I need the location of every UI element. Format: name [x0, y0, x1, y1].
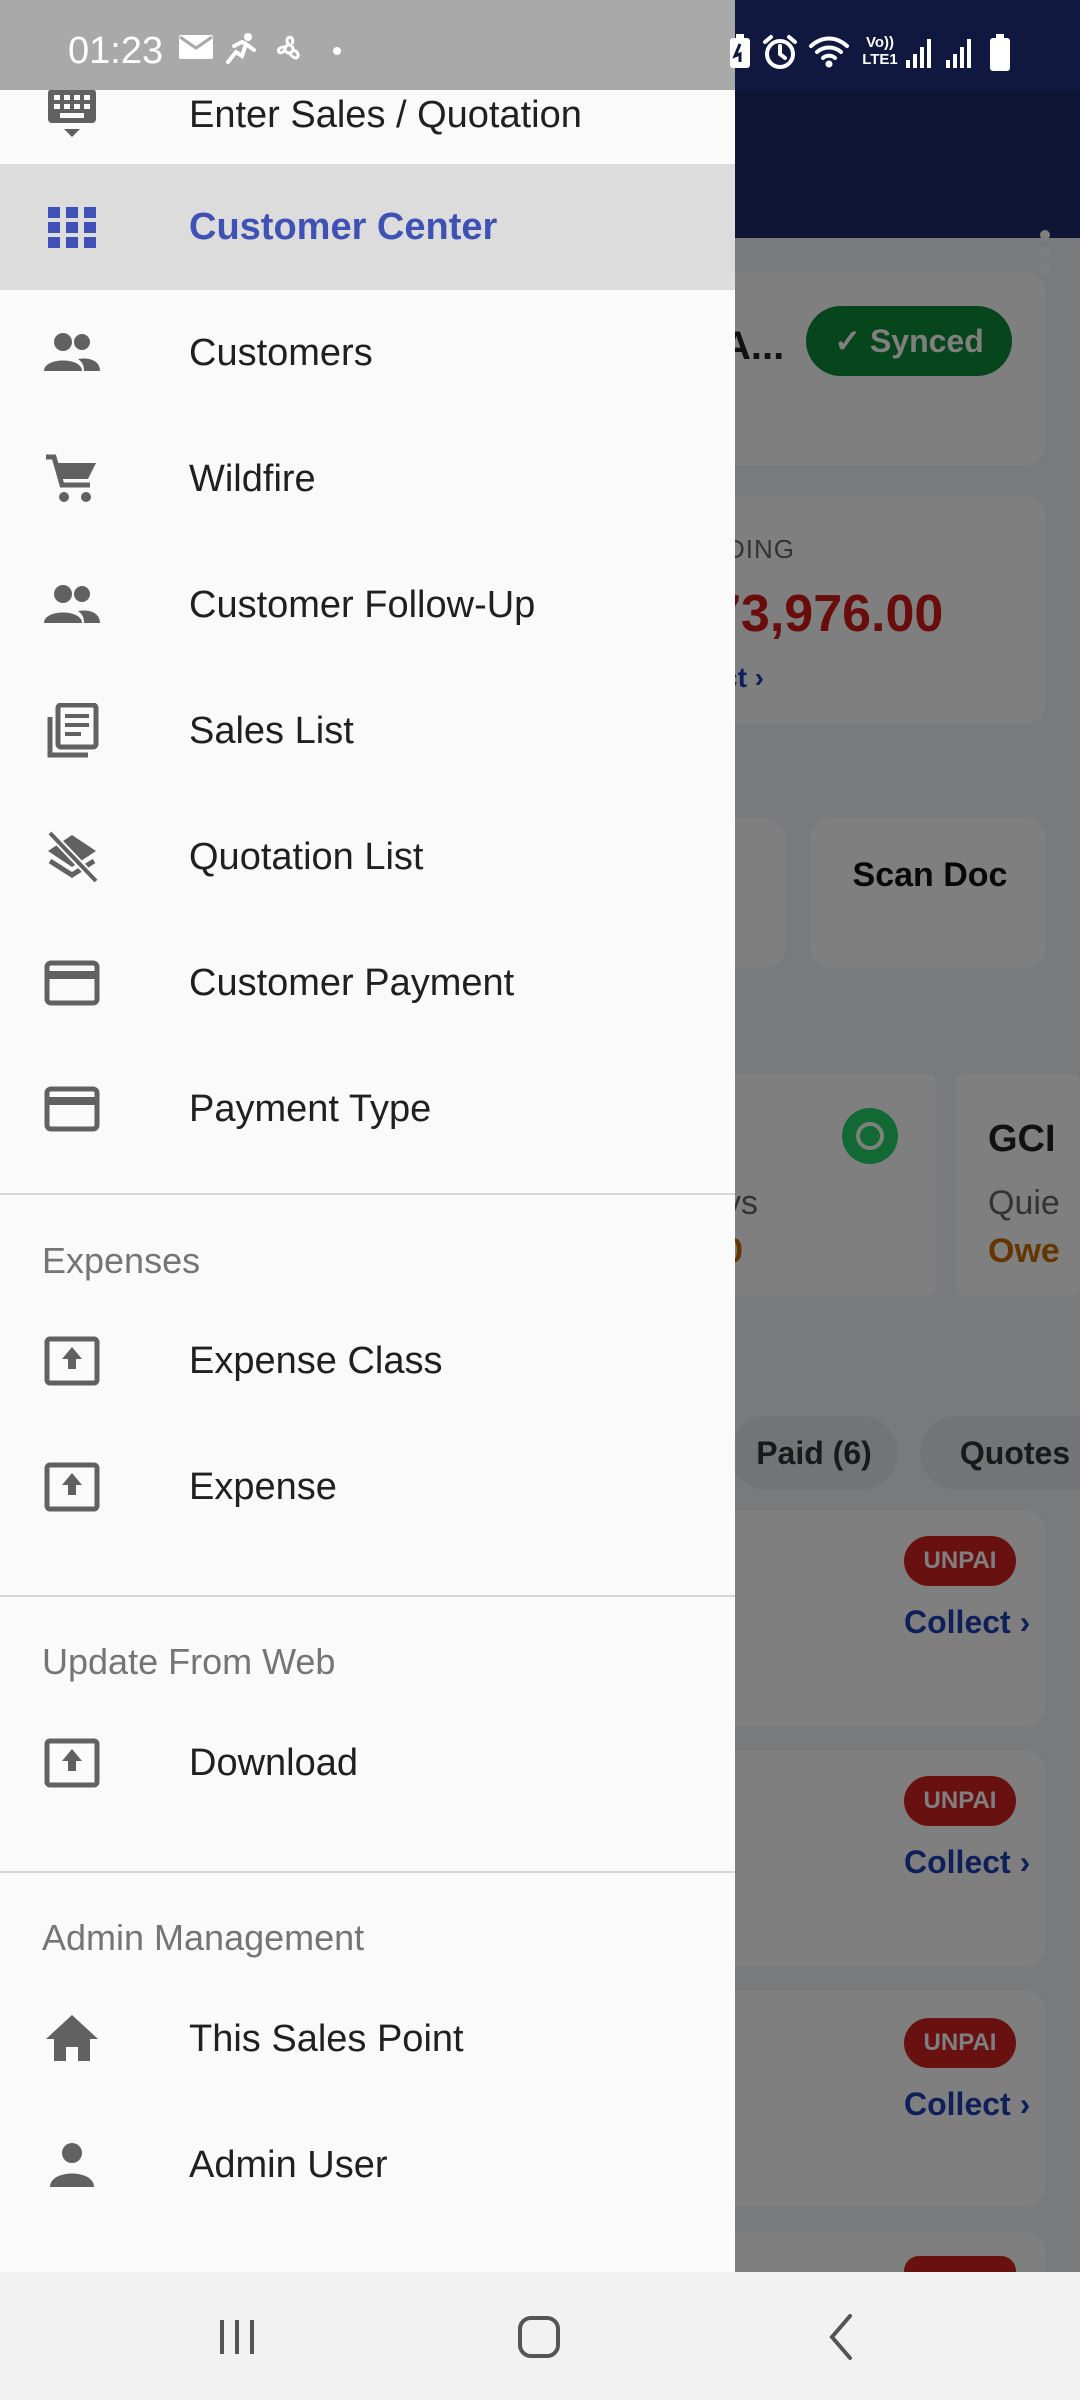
- drawer-item-quotation-list[interactable]: Quotation List: [0, 794, 735, 920]
- battery-icon: [990, 34, 1010, 71]
- upload-box-icon: [44, 1336, 100, 1386]
- signal-icon: [946, 39, 971, 68]
- drawer-item-this-sales-point[interactable]: This Sales Point: [0, 1976, 735, 2102]
- wifi-icon: [809, 36, 849, 68]
- signal-icon: [906, 39, 931, 68]
- keyboard-icon: [48, 90, 96, 137]
- drawer-item-expense-class[interactable]: Expense Class: [0, 1298, 735, 1424]
- grid-icon: [48, 207, 96, 248]
- drawer-item-label: Download: [189, 1742, 358, 1784]
- system-nav-bar: [0, 2272, 1080, 2400]
- alarm-icon: [763, 35, 797, 69]
- mail-icon: [179, 35, 213, 59]
- upload-box-icon: [44, 1738, 100, 1788]
- home-button-icon[interactable]: [504, 2306, 574, 2366]
- drawer-item-label: Customer Follow-Up: [189, 584, 536, 626]
- layers-off-icon: [47, 830, 99, 884]
- section-header-admin-management: Admin Management: [42, 1917, 365, 1958]
- people-icon: [44, 333, 100, 371]
- drawer-item-admin-user[interactable]: Admin User: [0, 2102, 735, 2228]
- battery-saver-icon: [730, 34, 750, 68]
- volte-lte-icon: Vo)) LTE1: [862, 34, 898, 68]
- drawer-item-expense[interactable]: Expense: [0, 1424, 735, 1550]
- drawer-item-label: This Sales Point: [189, 2018, 464, 2060]
- drawer-item-customer-follow-up[interactable]: Customer Follow-Up: [0, 542, 735, 668]
- drawer-item-label: Quotation List: [189, 836, 424, 878]
- upload-box-icon: [44, 1462, 100, 1512]
- divider: [0, 1871, 735, 1873]
- card-icon: [44, 1086, 100, 1132]
- drawer-item-label: Payment Type: [189, 1088, 432, 1130]
- drawer-item-sales-list[interactable]: Sales List: [0, 668, 735, 794]
- drawer-item-label: Admin User: [189, 2144, 388, 2186]
- drawer-item-label: Customer Payment: [189, 962, 515, 1004]
- drawer-item-wildfire[interactable]: Wildfire: [0, 416, 735, 542]
- drawer-item-label: Expense: [189, 1466, 337, 1508]
- drawer-item-customer-center[interactable]: Customer Center: [0, 164, 735, 290]
- back-icon[interactable]: [806, 2306, 876, 2366]
- divider: [0, 1193, 735, 1195]
- list-icon: [47, 703, 99, 758]
- activity-icon: [226, 33, 256, 64]
- fan-icon: [276, 35, 300, 60]
- people-icon: [44, 585, 100, 623]
- cart-icon: [46, 454, 96, 502]
- card-icon: [44, 960, 100, 1006]
- clock: 01:23: [68, 30, 164, 72]
- status-bar: 01:23 Vo)) LTE1: [0, 0, 1080, 90]
- drawer-item-label: Expense Class: [189, 1340, 443, 1382]
- dot-icon: [333, 47, 341, 55]
- divider: [0, 1595, 735, 1597]
- drawer-item-customers[interactable]: Customers: [0, 290, 735, 416]
- drawer-item-download[interactable]: Download: [0, 1700, 735, 1826]
- drawer-item-label: Customers: [189, 332, 373, 374]
- section-header-expenses: Expenses: [42, 1240, 201, 1281]
- drawer-item-customer-payment[interactable]: Customer Payment: [0, 920, 735, 1046]
- drawer-item-label: Customer Center: [189, 206, 498, 248]
- person-icon: [50, 2143, 94, 2187]
- drawer-item-label: Wildfire: [189, 458, 316, 500]
- navigation-drawer: Enter Sales / Quotation Customer Center …: [0, 90, 735, 2272]
- section-header-update-from-web: Update From Web: [42, 1641, 336, 1682]
- drawer-item-payment-type[interactable]: Payment Type: [0, 1046, 735, 1172]
- recent-apps-icon[interactable]: [202, 2306, 272, 2366]
- home-icon: [46, 2015, 98, 2061]
- drawer-item-label: Sales List: [189, 710, 354, 752]
